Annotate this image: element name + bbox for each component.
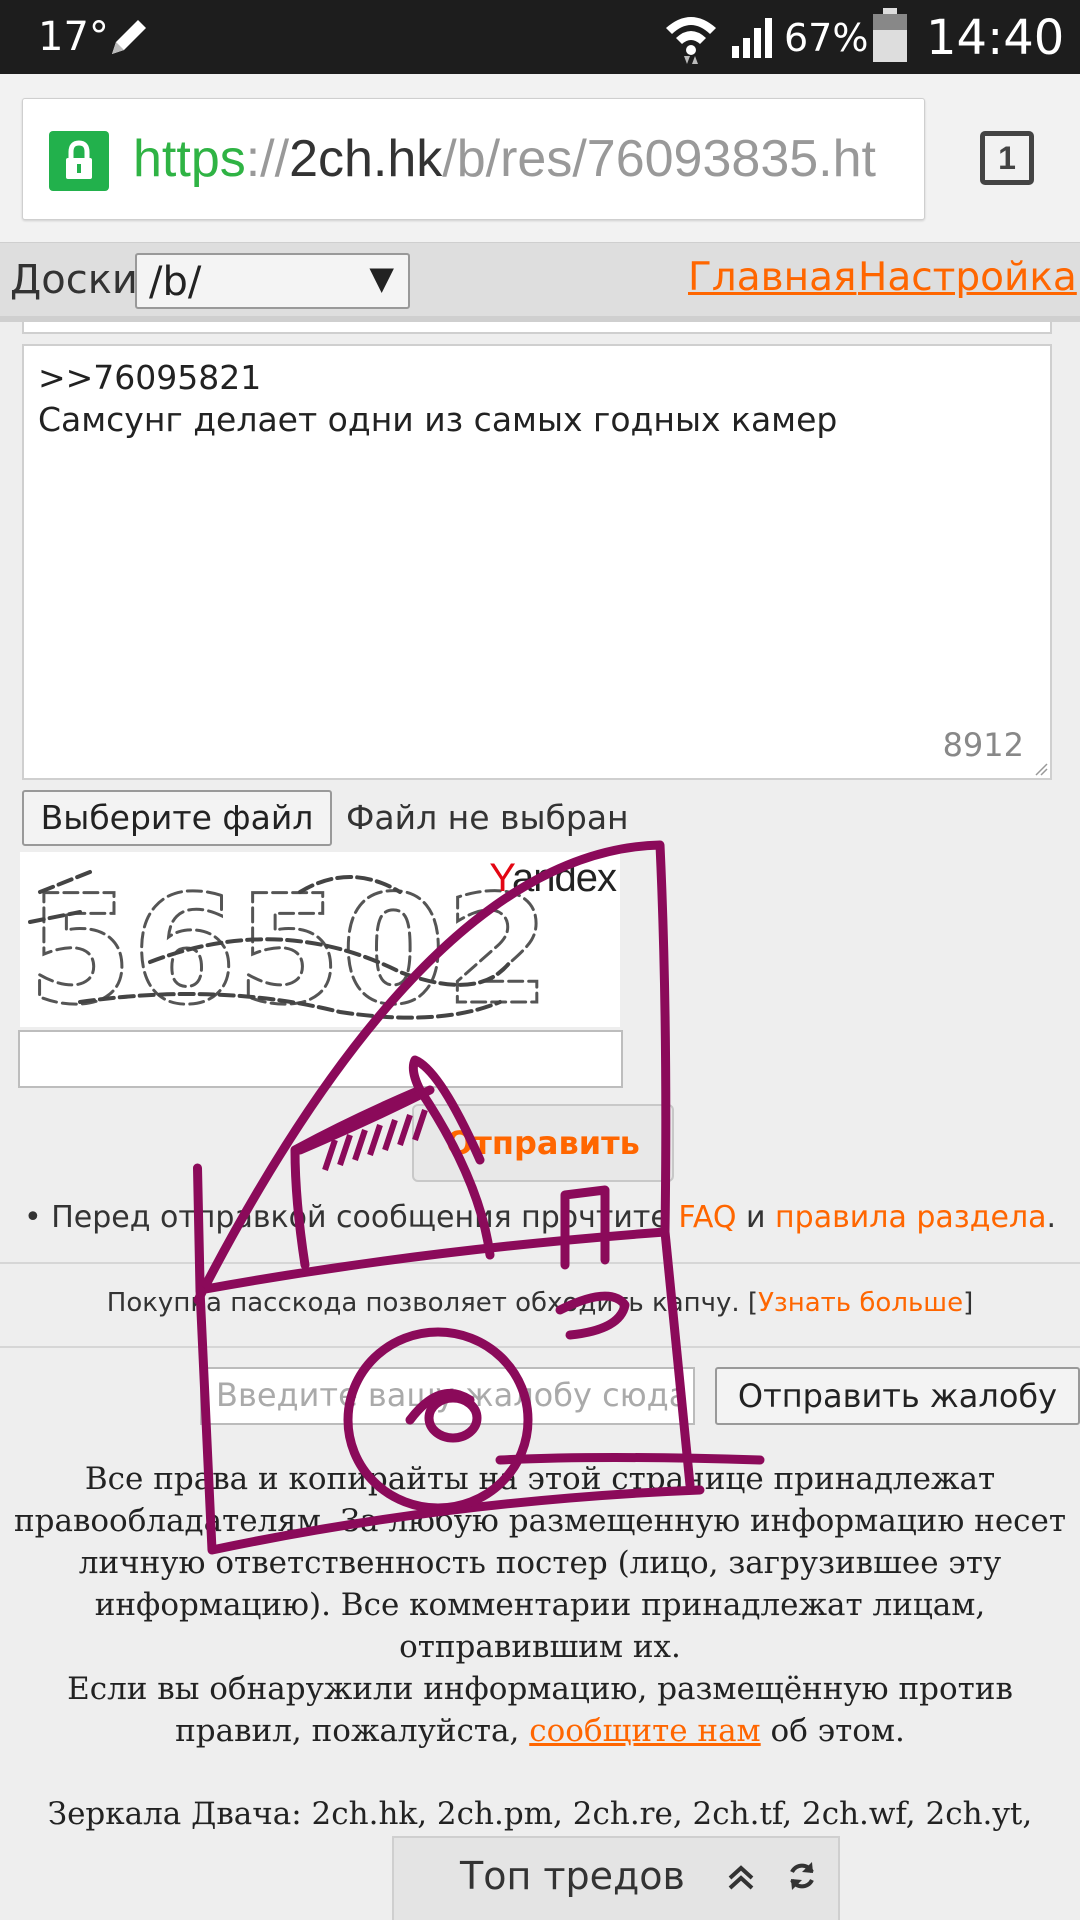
url-path: /b/res/76093835.ht [442, 130, 876, 188]
message-line-text: Самсунг делает одни из самых годных каме… [38, 400, 838, 439]
report-suffix: об этом. [760, 1713, 905, 1749]
mirrors-text: Зеркала Двача: 2ch.hk, 2ch.pm, 2ch.re, 2… [47, 1796, 1033, 1832]
battery-percent: 67% [784, 16, 869, 60]
boards-bar: Доски /b/ ▼ Главная Настройка [0, 242, 1080, 322]
report-link[interactable]: сообщите нам [529, 1713, 760, 1749]
top-threads-bar[interactable]: Топ тредов [392, 1836, 840, 1920]
lock-icon [49, 131, 109, 191]
subject-field[interactable] [22, 322, 1052, 334]
complaint-input[interactable]: Введите вашу жалобу сюда [200, 1367, 695, 1425]
double-chevron-up-icon[interactable] [724, 1860, 758, 1894]
signal-icon [732, 18, 772, 58]
board-select[interactable]: /b/ ▼ [135, 253, 410, 309]
rules-suffix: . [1046, 1200, 1057, 1235]
status-bar: 17° 67% 14:40 [0, 0, 1080, 74]
report-text: Если вы обнаружили информацию, размещённ… [0, 1668, 1080, 1752]
passcode-close-bracket: ] [963, 1288, 974, 1318]
message-textarea[interactable]: >>76095821 Самсунг делает одни из самых … [22, 344, 1052, 780]
submit-button[interactable]: Отправить [412, 1104, 674, 1182]
url-separator: :// [245, 130, 290, 188]
copyright-text: Все права и копирайты на этой странице п… [13, 1461, 1067, 1665]
main-page-link[interactable]: Главная [688, 255, 856, 300]
settings-link[interactable]: Настройка [858, 255, 1077, 300]
captcha-input[interactable] [18, 1030, 623, 1088]
divider [0, 1262, 1080, 1264]
rules-and: и [736, 1200, 776, 1235]
battery-icon [873, 8, 907, 62]
rules-bullet: • [23, 1200, 52, 1235]
board-rules-link[interactable]: правила раздела [775, 1200, 1046, 1235]
char-counter: 8912 [942, 726, 1024, 764]
pencil-icon [112, 20, 146, 54]
send-complaint-button[interactable]: Отправить жалобу [715, 1367, 1080, 1425]
resize-grip-icon[interactable] [1034, 762, 1048, 776]
captcha-image: 56502 Yandex [20, 852, 620, 1027]
passcode-notice: Покупка пасскода позволяет обходить капч… [0, 1288, 1080, 1318]
url-text: https://2ch.hk/b/res/76093835.ht [133, 129, 876, 189]
url-host: 2ch.hk [289, 130, 443, 188]
passcode-text: Покупка пасскода позволяет обходить капч… [106, 1288, 759, 1318]
url-scheme: https [133, 130, 246, 188]
choose-file-button[interactable]: Выберите файл [22, 790, 332, 846]
boards-label: Доски [10, 257, 138, 303]
wifi-icon [666, 17, 716, 64]
divider [0, 1346, 1080, 1348]
yandex-logo-rest: andex [512, 856, 617, 900]
dropdown-arrow-icon: ▼ [369, 259, 394, 297]
temperature: 17° [38, 14, 109, 60]
refresh-icon[interactable] [784, 1858, 820, 1894]
yandex-logo-letter: Y [489, 856, 513, 900]
clock: 14:40 [926, 10, 1065, 66]
passcode-learn-more-link[interactable]: Узнать больше [758, 1288, 963, 1318]
browser-toolbar: https://2ch.hk/b/res/76093835.ht 1 [0, 74, 1080, 242]
board-select-value: /b/ [149, 259, 202, 305]
yandex-logo: Yandex [489, 856, 617, 901]
rules-prefix: Перед отправкой сообщения прочтите [51, 1200, 679, 1235]
top-threads-label: Топ тредов [460, 1854, 685, 1898]
file-status: Файл не выбран [346, 798, 629, 837]
faq-link[interactable]: FAQ [678, 1200, 736, 1235]
message-line-reply: >>76095821 [38, 358, 262, 397]
address-bar[interactable]: https://2ch.hk/b/res/76093835.ht [22, 98, 925, 220]
rules-notice: • Перед отправкой сообщения прочтите FAQ… [0, 1200, 1080, 1235]
footer: Все права и копирайты на этой странице п… [0, 1458, 1080, 1752]
tab-switcher-button[interactable]: 1 [980, 131, 1034, 185]
